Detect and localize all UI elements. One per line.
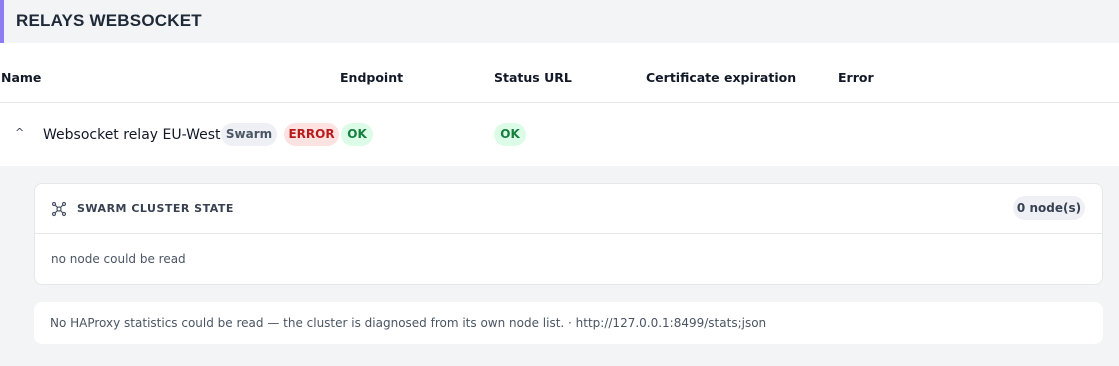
haproxy-note-text: No HAProxy statistics could be read — th… xyxy=(50,316,767,330)
endpoint-ok-badge: OK xyxy=(341,123,373,146)
table-header: Name Endpoint Status URL Certificate exp… xyxy=(0,55,1119,103)
card-header: SWARM CLUSTER STATE 0 node(s) xyxy=(35,184,1102,234)
section-title: RELAYS WEBSOCKET xyxy=(16,11,202,30)
status-url-ok-badge: OK xyxy=(494,123,526,146)
endpoint-error-badge: ERROR xyxy=(284,123,339,146)
chevron-up-icon[interactable]: ^ xyxy=(15,126,24,139)
column-header-status-url[interactable]: Status URL xyxy=(494,70,572,85)
cluster-icon xyxy=(51,201,67,217)
haproxy-note: No HAProxy statistics could be read — th… xyxy=(34,302,1103,344)
row-details-panel: SWARM CLUSTER STATE 0 node(s) no node co… xyxy=(0,166,1119,366)
column-header-endpoint[interactable]: Endpoint xyxy=(340,70,403,85)
swarm-cluster-card: SWARM CLUSTER STATE 0 node(s) no node co… xyxy=(34,183,1103,285)
column-header-certificate-expiration[interactable]: Certificate expiration xyxy=(646,70,796,85)
section-header: RELAYS WEBSOCKET xyxy=(0,0,1119,43)
type-badge: Swarm xyxy=(221,123,277,146)
column-header-name[interactable]: Name xyxy=(1,70,41,85)
card-title: SWARM CLUSTER STATE xyxy=(77,202,234,215)
relay-name: Websocket relay EU-West xyxy=(43,127,221,143)
column-header-error[interactable]: Error xyxy=(838,70,874,85)
node-count-badge: 0 node(s) xyxy=(1013,196,1085,220)
table-row[interactable]: ^ Websocket relay EU-West Swarm ERROR OK… xyxy=(0,103,1119,166)
empty-state-text: no node could be read xyxy=(51,252,186,266)
